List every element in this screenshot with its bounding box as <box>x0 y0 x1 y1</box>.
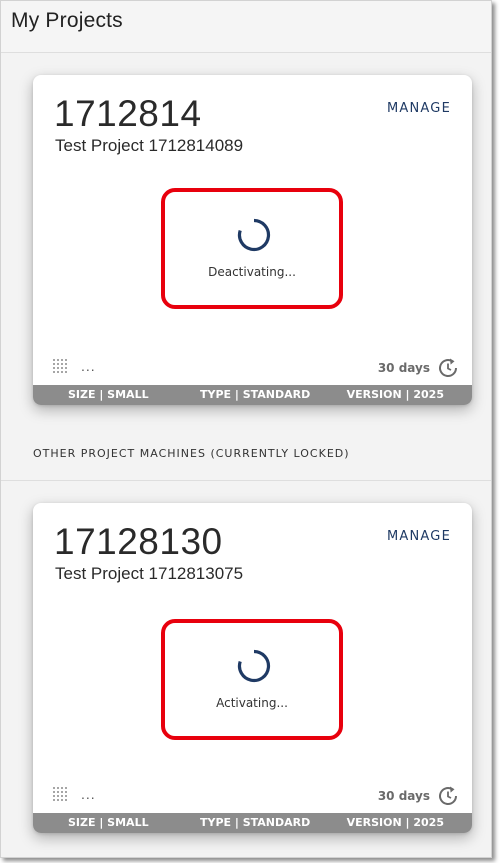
divider <box>1 480 491 481</box>
loading-spinner-icon <box>237 649 271 683</box>
project-id: 1712814 <box>54 93 202 134</box>
renew-clock-icon[interactable] <box>437 785 459 807</box>
project-name: Test Project 1712814089 <box>55 136 244 155</box>
spec-version: VERSION | 2025 <box>346 388 444 401</box>
spec-type: TYPE | STANDARD <box>200 388 311 401</box>
spec-size: SIZE | SMALL <box>68 388 149 401</box>
status-highlight: Deactivating... <box>161 188 343 309</box>
grid-dots-icon[interactable] <box>51 357 69 375</box>
projects-panel: My Projects 1712814 Test Project 1712814… <box>0 0 492 858</box>
status-text: Activating... <box>216 696 288 710</box>
menu-dots[interactable]: ... <box>81 358 96 374</box>
status-text: Deactivating... <box>208 265 296 279</box>
spec-bar: SIZE | SMALL TYPE | STANDARD VERSION | 2… <box>33 385 472 405</box>
loading-spinner-icon <box>237 218 271 252</box>
section-label: OTHER PROJECT MACHINES (CURRENTLY LOCKED… <box>33 447 350 460</box>
project-card: 1712814 Test Project 1712814089 MANAGE D… <box>33 75 472 405</box>
manage-button[interactable]: MANAGE <box>387 529 451 544</box>
status-highlight: Activating... <box>161 619 343 740</box>
spec-bar: SIZE | SMALL TYPE | STANDARD VERSION | 2… <box>33 813 472 833</box>
manage-button[interactable]: MANAGE <box>387 101 451 116</box>
days-remaining: 30 days <box>377 789 430 803</box>
days-remaining: 30 days <box>377 361 430 375</box>
spec-type: TYPE | STANDARD <box>200 816 311 829</box>
project-card: 17128130 Test Project 1712813075 MANAGE … <box>33 503 472 833</box>
page-title: My Projects <box>11 9 123 32</box>
header: My Projects <box>1 1 491 53</box>
spec-version: VERSION | 2025 <box>346 816 444 829</box>
spec-size: SIZE | SMALL <box>68 816 149 829</box>
menu-dots[interactable]: ... <box>81 786 96 802</box>
renew-clock-icon[interactable] <box>437 357 459 379</box>
project-id: 17128130 <box>54 521 223 562</box>
grid-dots-icon[interactable] <box>51 785 69 803</box>
project-name: Test Project 1712813075 <box>55 564 244 583</box>
